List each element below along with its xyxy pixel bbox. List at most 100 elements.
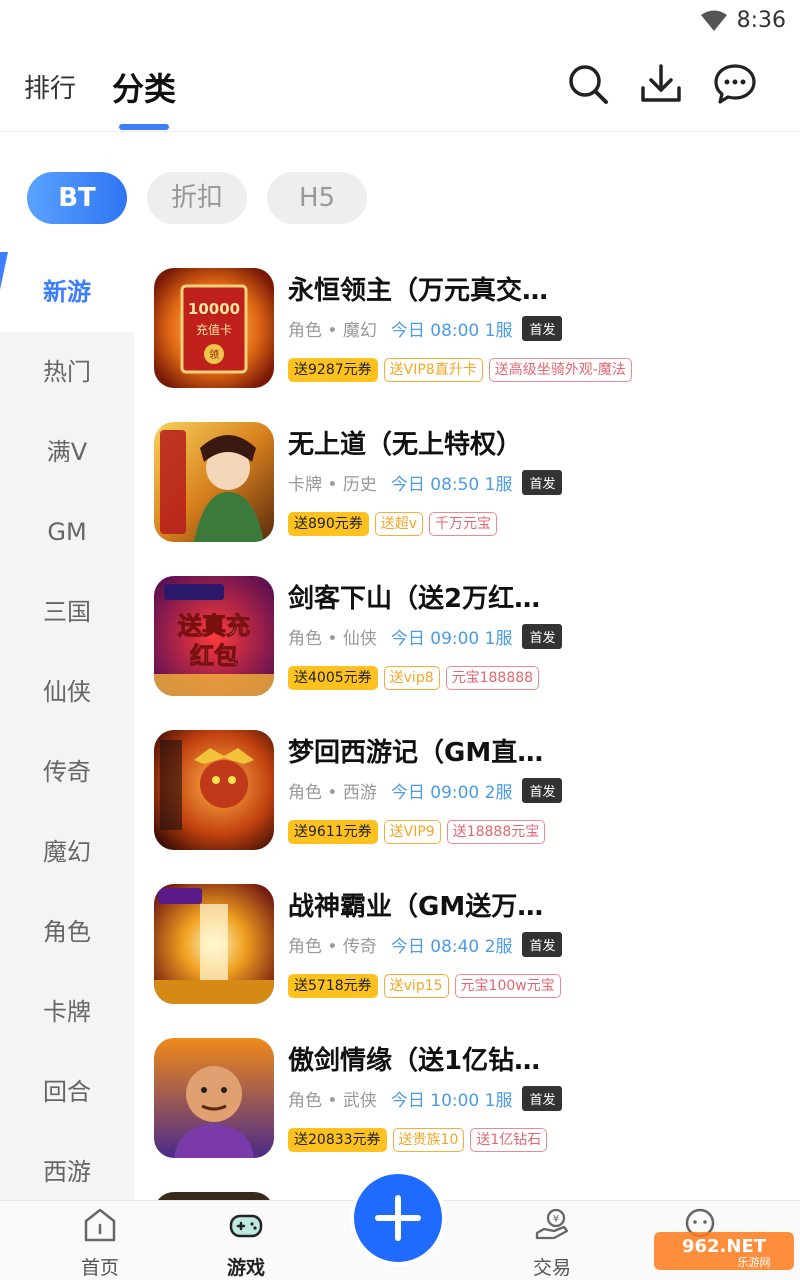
vip-tag: 送vip15 — [383, 974, 449, 998]
game-thumbnail — [154, 1192, 274, 1200]
game-thumbnail: 10000 充值卡 领 — [154, 268, 274, 388]
first-launch-badge: 首发 — [522, 778, 563, 803]
sidebar-item-label: 卡牌 — [43, 998, 91, 1026]
download-icon[interactable] — [639, 62, 683, 106]
sidebar-item-full-v[interactable]: 满V — [0, 412, 134, 492]
tab-ranking[interactable]: 排行 — [24, 68, 76, 105]
sidebar-item-label: 传奇 — [43, 758, 91, 786]
list-item[interactable]: 送真充 红包 剑客下山（送2万红… 角色 • 仙侠 今日 09:00 1服 首发 送… — [154, 560, 794, 696]
server-open-time: 今日 09:00 1服 — [390, 629, 513, 649]
sidebar-item-fantasy[interactable]: 魔幻 — [0, 812, 134, 892]
sidebar-item-xianxia[interactable]: 仙侠 — [0, 652, 134, 732]
game-meta: 角色 • 魔幻 今日 08:00 1服 首发 — [288, 316, 563, 341]
watermark-brand: 962.NET — [682, 1236, 767, 1257]
game-genre: 角色 • 魔幻 — [288, 321, 377, 341]
game-title: 永恒领主（万元真交… — [288, 276, 549, 306]
first-launch-badge: 首发 — [522, 470, 563, 495]
perk-tags: 送20833元券 送贵族10 送1亿钻石 — [288, 1128, 553, 1152]
game-meta: 角色 • 仙侠 今日 09:00 1服 首发 — [288, 624, 563, 649]
bonus-tag: 元宝100w元宝 — [454, 974, 561, 998]
voucher-tag: 送20833元券 — [288, 1128, 387, 1152]
add-button[interactable] — [350, 1170, 446, 1266]
tab-category[interactable]: 分类 — [112, 64, 176, 110]
nav-home[interactable]: 首页 — [40, 1201, 160, 1280]
game-title: 梦回西游记（GM直… — [288, 738, 544, 768]
perk-tags: 送890元券 送超v 千万元宝 — [288, 512, 503, 536]
game-thumbnail — [154, 1038, 274, 1158]
vip-tag: 送超v — [374, 512, 424, 536]
game-thumbnail — [154, 422, 274, 542]
pill-discount[interactable]: 折扣 — [147, 172, 247, 224]
sidebar-item-label: 热门 — [43, 358, 91, 386]
category-sidebar: 新游 热门 满V GM 三国 仙侠 传奇 魔幻 角色 卡牌 回合 西游 — [0, 252, 134, 1200]
list-item[interactable]: 傲剑情缘（送1亿钻… 角色 • 武侠 今日 10:00 1服 首发 送20833元券… — [154, 1022, 794, 1158]
sidebar-item-hot[interactable]: 热门 — [0, 332, 134, 412]
card-amount: 10000 — [188, 300, 240, 318]
pill-h5[interactable]: H5 — [267, 172, 367, 224]
nav-trade-label: 交易 — [532, 1257, 571, 1279]
pill-bt[interactable]: BT — [27, 172, 127, 224]
vip-tag: 送vip8 — [383, 666, 440, 690]
game-art — [154, 1038, 274, 1158]
sidebar-item-label: 新游 — [43, 278, 91, 306]
nav-games[interactable]: 游戏 — [186, 1201, 306, 1280]
promo-text-line2: 红包 — [190, 642, 238, 670]
site-watermark: 962.NET 乐游网 — [654, 1232, 794, 1270]
server-open-time: 今日 10:00 1服 — [390, 1091, 513, 1111]
first-launch-badge: 首发 — [522, 1086, 563, 1111]
bonus-tag: 千万元宝 — [429, 512, 498, 536]
sidebar-item-label: 魔幻 — [43, 838, 91, 866]
server-open-time: 今日 08:40 2服 — [390, 937, 513, 957]
voucher-tag: 送9287元券 — [288, 358, 378, 382]
sidebar-item-card[interactable]: 卡牌 — [0, 972, 134, 1052]
vip-tag: 送VIP9 — [383, 820, 441, 844]
sidebar-item-label: GM — [47, 518, 87, 546]
chat-icon[interactable] — [713, 62, 757, 106]
sidebar-item-new[interactable]: 新游 — [0, 252, 134, 332]
top-navigation: 排行 分类 — [0, 44, 800, 132]
sidebar-item-label: 回合 — [43, 1078, 91, 1106]
list-item[interactable]: 梦回西游记（GM直… 角色 • 西游 今日 09:00 2服 首发 送9611元券送… — [154, 714, 794, 850]
plus-icon — [375, 1195, 421, 1241]
list-item[interactable] — [154, 1176, 794, 1200]
bonus-tag: 送高级坐骑外观-魔法 — [488, 358, 632, 382]
sidebar-active-accent — [0, 252, 8, 304]
game-genre: 角色 • 传奇 — [288, 937, 377, 957]
sidebar-item-label: 西游 — [43, 1158, 91, 1186]
sidebar-item-rpg[interactable]: 角色 — [0, 892, 134, 972]
sidebar-item-three-kingdoms[interactable]: 三国 — [0, 572, 134, 652]
list-item[interactable]: 战神霸业（GM送万… 角色 • 传奇 今日 08:40 2服 首发 送5718元券送… — [154, 868, 794, 1004]
sidebar-item-legend[interactable]: 传奇 — [0, 732, 134, 812]
game-art — [154, 884, 274, 1004]
server-open-time: 今日 08:00 1服 — [390, 321, 513, 341]
sidebar-item-turn-based[interactable]: 回合 — [0, 1052, 134, 1132]
game-genre: 角色 • 仙侠 — [288, 629, 377, 649]
game-genre: 角色 • 武侠 — [288, 1091, 377, 1111]
nav-trade[interactable]: ¥ 交易 — [492, 1201, 612, 1280]
game-art — [154, 422, 274, 542]
perk-tags: 送5718元券 送vip15 元宝100w元宝 — [288, 974, 567, 998]
bonus-tag: 送18888元宝 — [446, 820, 546, 844]
game-meta: 角色 • 传奇 今日 08:40 2服 首发 — [288, 932, 563, 957]
nav-games-label: 游戏 — [226, 1257, 265, 1279]
sidebar-item-gm[interactable]: GM — [0, 492, 134, 572]
list-item[interactable]: 无上道（无上特权） 卡牌 • 历史 今日 08:50 1服 首发 送890元券 送超v… — [154, 406, 794, 542]
game-meta: 角色 • 西游 今日 09:00 2服 首发 — [288, 778, 563, 803]
perk-tags: 送9287元券 送VIP8直升卡 送高级坐骑外观-魔法 — [288, 358, 638, 382]
card-label: 充值卡 — [196, 322, 232, 337]
voucher-tag: 送4005元券 — [288, 666, 378, 690]
game-art: 10000 充值卡 领 — [154, 268, 274, 388]
server-open-time: 今日 09:00 2服 — [390, 783, 513, 803]
perk-tags: 送9611元券 送VIP9 送18888元宝 — [288, 820, 551, 844]
first-launch-badge: 首发 — [522, 624, 563, 649]
voucher-tag: 送5718元券 — [288, 974, 378, 998]
status-bar: 8:36 — [0, 0, 800, 44]
list-item[interactable]: 10000 充值卡 领 永恒领主（万元真交… 角色 • 魔幻 今日 08:00 1… — [154, 252, 794, 388]
game-title: 战神霸业（GM送万… — [288, 892, 544, 922]
clock: 8:36 — [736, 8, 786, 33]
gamepad-icon — [229, 1214, 263, 1238]
game-art: 送真充 红包 — [154, 576, 274, 696]
search-icon[interactable] — [566, 62, 610, 106]
first-launch-badge: 首发 — [522, 316, 563, 341]
vip-tag: 送贵族10 — [392, 1128, 465, 1152]
